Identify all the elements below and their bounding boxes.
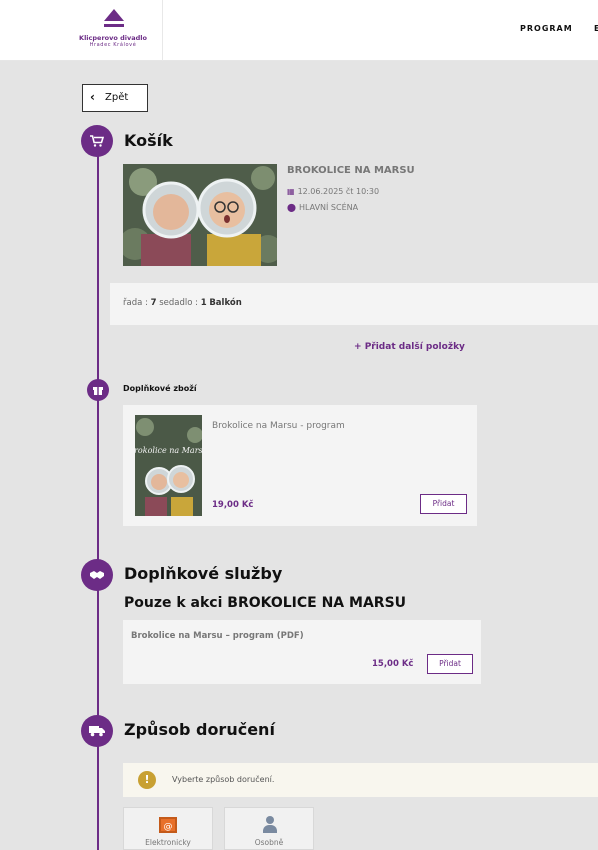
back-button[interactable]: ‹ Zpět <box>82 84 148 112</box>
truck-step-icon <box>81 715 113 747</box>
add-more-label: Přidat další položky <box>364 342 465 352</box>
person-icon <box>263 816 277 834</box>
merch-cover-title: Brokolice na Marsu <box>135 446 202 455</box>
delivery-heading: Způsob doručení <box>124 720 275 739</box>
nav-item-next[interactable]: E <box>594 24 598 33</box>
delivery-option-personal-label: Osobně <box>254 838 284 847</box>
back-button-label: Zpět <box>105 92 129 103</box>
seat-label: sedadlo : <box>159 298 198 308</box>
delivery-warning-text: Vyberte způsob doručení. <box>172 775 275 784</box>
cart-step-icon <box>81 125 113 157</box>
delivery-option-electronic-label: Elektronicky <box>145 838 191 847</box>
service-card: Brokolice na Marsu – program (PDF) 15,00… <box>123 620 481 684</box>
site-header: Klicperovo divadlo Hradec Králové PROGRA… <box>0 0 598 61</box>
seat-section: Balkón <box>209 298 242 308</box>
delivery-warning: ! Vyberte způsob doručení. <box>123 763 598 797</box>
main-nav: PROGRAM E <box>520 24 598 33</box>
service-item-name: Brokolice na Marsu – program (PDF) <box>131 631 304 641</box>
merch-item-price: 19,00 Kč <box>212 500 254 510</box>
merch-heading: Doplňkové zboží <box>123 384 197 393</box>
email-icon: @ <box>159 817 177 833</box>
event-date-text: 12.06.2025 čt 10:30 <box>297 187 380 196</box>
seat-info: řada : 7 sedadlo : 1 Balkón <box>110 283 598 325</box>
seat-value: 1 <box>200 298 207 308</box>
event-title: BROKOLICE NA MARSU <box>287 165 415 176</box>
event-date: ▦ 12.06.2025 čt 10:30 <box>287 187 379 196</box>
event-venue-text: HLAVNÍ SCÉNA <box>298 203 359 212</box>
add-service-button[interactable]: Přidat <box>427 654 473 674</box>
add-more-items-link[interactable]: + Přidat další položky <box>354 342 465 352</box>
chevron-left-icon: ‹ <box>90 90 95 104</box>
services-subheading: Pouze k akci BROKOLICE NA MARSU <box>124 595 407 611</box>
warning-icon: ! <box>138 771 156 789</box>
row-value: 7 <box>150 298 157 308</box>
logo[interactable]: Klicperovo divadlo Hradec Králové <box>0 0 163 61</box>
handshake-step-icon <box>81 559 113 591</box>
merch-image: Brokolice na Marsu <box>135 415 202 516</box>
service-item-price: 15,00 Kč <box>372 659 414 669</box>
logo-name: Klicperovo divadlo <box>79 34 147 42</box>
calendar-icon: ▦ <box>287 187 295 196</box>
row-label: řada : <box>123 298 148 308</box>
nav-item-program[interactable]: PROGRAM <box>520 24 573 33</box>
logo-mark-icon <box>104 9 124 29</box>
event-venue: ⬤ HLAVNÍ SCÉNA <box>287 203 358 212</box>
services-heading: Doplňkové služby <box>124 564 283 583</box>
delivery-option-personal[interactable]: Osobně <box>224 807 314 850</box>
plus-icon: + <box>354 342 362 352</box>
cart-heading: Košík <box>124 131 173 150</box>
delivery-option-electronic[interactable]: @ Elektronicky <box>123 807 213 850</box>
merch-card: Brokolice na Marsu Brokolice na Marsu - … <box>123 405 477 526</box>
merch-item-name: Brokolice na Marsu - program <box>212 421 345 431</box>
logo-subtitle: Hradec Králové <box>89 42 137 48</box>
add-merch-button[interactable]: Přidat <box>420 494 467 514</box>
location-pin-icon: ⬤ <box>287 203 296 212</box>
gift-step-icon <box>87 379 109 401</box>
event-image <box>123 164 277 266</box>
